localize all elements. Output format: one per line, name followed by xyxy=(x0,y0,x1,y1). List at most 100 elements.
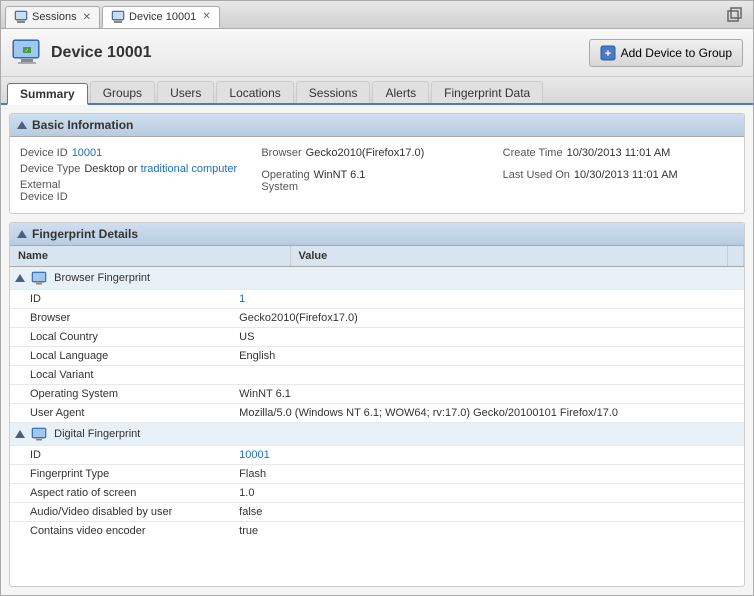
os-row: OperatingSystem WinNT 6.1 xyxy=(261,169,492,193)
fp-value-browser: Gecko2010(Firefox17.0) xyxy=(231,309,744,328)
last-used-label: Last Used On xyxy=(503,169,570,181)
fp-row-audio-video: Audio/Video disabled by user false xyxy=(10,503,744,522)
tab-sessions-label: Sessions xyxy=(32,11,77,23)
fp-value-os: WinNT 6.1 xyxy=(231,385,744,404)
device-monitor-icon: ✓ xyxy=(11,37,43,69)
nav-tab-summary-label: Summary xyxy=(20,87,75,101)
basic-info-col3: Create Time 10/30/2013 11:01 AM Last Use… xyxy=(503,147,734,203)
device-type-row: Device Type Desktop or traditional compu… xyxy=(20,163,251,175)
nav-tab-alerts[interactable]: Alerts xyxy=(372,81,429,103)
nav-tab-groups-label: Groups xyxy=(103,86,142,100)
svg-text:✓: ✓ xyxy=(25,48,29,54)
device-type-link[interactable]: traditional computer xyxy=(141,163,238,175)
external-device-id-row: ExternalDevice ID xyxy=(20,179,251,203)
fp-table-container: Name Value xyxy=(10,246,744,537)
fp-value-video-encoder: true xyxy=(231,522,744,538)
digital-fp-collapse-icon[interactable] xyxy=(15,430,25,438)
fp-row-local-country: Local Country US xyxy=(10,328,744,347)
basic-info-title: Basic Information xyxy=(32,118,133,132)
browser-value: Gecko2010(Firefox17.0) xyxy=(306,147,425,159)
device-id-value[interactable]: 10001 xyxy=(72,147,103,159)
fingerprint-card: Fingerprint Details Name Value xyxy=(9,222,745,587)
device-title-area: ✓ Device 10001 xyxy=(11,37,152,69)
tab-device10001-close[interactable]: ✕ xyxy=(202,11,210,22)
device-tab-icon xyxy=(111,10,125,24)
browser-fp-group-cell: Browser Fingerprint xyxy=(10,267,744,290)
browser-row: Browser Gecko2010(Firefox17.0) xyxy=(261,147,492,159)
nav-tab-users[interactable]: Users xyxy=(157,81,214,103)
browser-fp-collapse-icon[interactable] xyxy=(15,274,25,282)
fp-row-local-variant: Local Variant xyxy=(10,366,744,385)
fp-name-browser-id: ID xyxy=(10,290,231,309)
digital-fp-group-cell: Digital Fingerprint xyxy=(10,423,744,446)
fp-scroll-area[interactable]: Browser Fingerprint ID 1 Browser Gecko20… xyxy=(10,267,744,537)
fp-name-os: Operating System xyxy=(10,385,231,404)
window-restore-icon[interactable] xyxy=(721,5,749,28)
fp-row-browser-id: ID 1 xyxy=(10,290,744,309)
nav-tab-fingerprint-data[interactable]: Fingerprint Data xyxy=(431,81,543,103)
fp-value-local-language: English xyxy=(231,347,744,366)
fp-data-table: Browser Fingerprint ID 1 Browser Gecko20… xyxy=(10,267,744,537)
create-time-row: Create Time 10/30/2013 11:01 AM xyxy=(503,147,734,159)
fp-value-local-country: US xyxy=(231,328,744,347)
content-area: Basic Information Device ID 10001 Device… xyxy=(1,105,753,595)
fp-value-fp-type: Flash xyxy=(231,465,744,484)
external-device-id-label: ExternalDevice ID xyxy=(20,179,68,203)
fp-row-user-agent: User Agent Mozilla/5.0 (Windows NT 6.1; … xyxy=(10,404,744,423)
nav-tab-users-label: Users xyxy=(170,86,201,100)
fp-row-video-encoder: Contains video encoder true xyxy=(10,522,744,538)
fp-row-fp-type: Fingerprint Type Flash xyxy=(10,465,744,484)
basic-info-col1: Device ID 10001 Device Type Desktop or t… xyxy=(20,147,251,203)
fp-value-user-agent: Mozilla/5.0 (Windows NT 6.1; WOW64; rv:1… xyxy=(231,404,744,423)
fp-name-digital-id: ID xyxy=(10,446,231,465)
device-id-label: Device ID xyxy=(20,147,68,159)
nav-tab-locations[interactable]: Locations xyxy=(216,81,293,103)
digital-fp-label: Digital Fingerprint xyxy=(54,428,140,440)
fp-col-name: Name xyxy=(10,246,290,267)
os-value: WinNT 6.1 xyxy=(314,169,366,181)
fp-name-fp-type: Fingerprint Type xyxy=(10,465,231,484)
fp-collapse-icon[interactable] xyxy=(17,230,27,238)
fp-value-digital-id-link[interactable]: 10001 xyxy=(239,449,270,461)
fp-name-user-agent: User Agent xyxy=(10,404,231,423)
nav-tab-sessions[interactable]: Sessions xyxy=(296,81,371,103)
fp-value-audio-video: false xyxy=(231,503,744,522)
collapse-icon[interactable] xyxy=(17,121,27,129)
add-group-icon: + xyxy=(600,45,616,61)
fp-row-aspect: Aspect ratio of screen 1.0 xyxy=(10,484,744,503)
fp-value-browser-id-link[interactable]: 1 xyxy=(239,293,245,305)
basic-info-card: Basic Information Device ID 10001 Device… xyxy=(9,113,745,214)
tab-bar: Sessions ✕ Device 10001 ✕ xyxy=(1,1,753,29)
fp-value-local-variant xyxy=(231,366,744,385)
digital-fp-icon xyxy=(31,426,47,442)
add-device-group-label: Add Device to Group xyxy=(621,46,732,60)
main-window: Sessions ✕ Device 10001 ✕ xyxy=(0,0,754,596)
device-header: ✓ Device 10001 + Add Device to Group xyxy=(1,29,753,77)
fingerprint-header: Fingerprint Details xyxy=(10,223,744,246)
last-used-value: 10/30/2013 11:01 AM xyxy=(574,169,678,181)
group-digital-fingerprint: Digital Fingerprint xyxy=(10,423,744,446)
nav-tab-summary[interactable]: Summary xyxy=(7,83,88,105)
group-browser-fingerprint: Browser Fingerprint xyxy=(10,267,744,290)
nav-tab-groups[interactable]: Groups xyxy=(90,81,155,103)
basic-info-header: Basic Information xyxy=(10,114,744,137)
fp-name-local-variant: Local Variant xyxy=(10,366,231,385)
fp-value-digital-id: 10001 xyxy=(231,446,744,465)
fp-row-browser: Browser Gecko2010(Firefox17.0) xyxy=(10,309,744,328)
fp-col-value: Value xyxy=(290,246,728,267)
fp-name-video-encoder: Contains video encoder xyxy=(10,522,231,538)
add-device-group-button[interactable]: + Add Device to Group xyxy=(589,39,743,67)
tab-sessions[interactable]: Sessions ✕ xyxy=(5,6,100,28)
basic-info-body: Device ID 10001 Device Type Desktop or t… xyxy=(10,137,744,213)
fp-value-browser-id: 1 xyxy=(231,290,744,309)
fp-row-digital-id: ID 10001 xyxy=(10,446,744,465)
fp-value-aspect: 1.0 xyxy=(231,484,744,503)
tab-device10001[interactable]: Device 10001 ✕ xyxy=(102,6,220,28)
device-id-row: Device ID 10001 xyxy=(20,147,251,159)
browser-label: Browser xyxy=(261,147,301,159)
tab-sessions-close[interactable]: ✕ xyxy=(83,12,91,23)
restore-svg xyxy=(727,7,743,23)
browser-fp-icon xyxy=(31,270,47,286)
fp-name-local-country: Local Country xyxy=(10,328,231,347)
fp-header-table: Name Value xyxy=(10,246,744,267)
